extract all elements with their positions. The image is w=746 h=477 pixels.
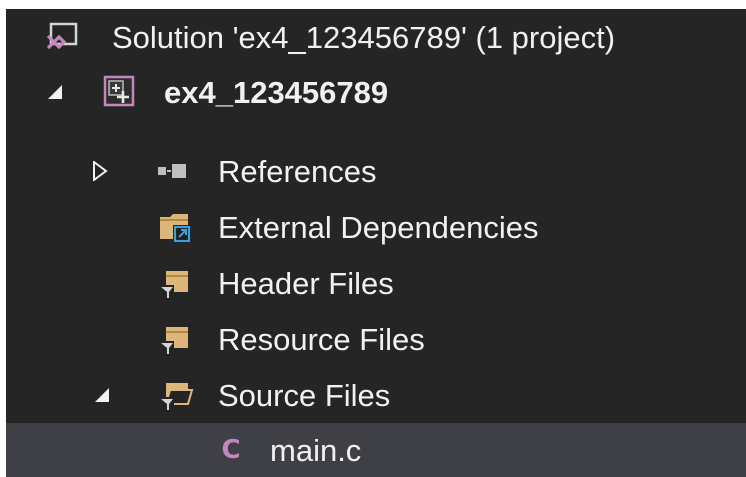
tree-item-label: Source Files — [218, 377, 391, 413]
c-file-icon: C — [221, 435, 241, 465]
tree-item-label: Resource Files — [218, 321, 425, 357]
filter-folder-icon — [156, 319, 196, 359]
solution-label: Solution 'ex4_123456789' (1 project) — [112, 19, 616, 55]
expanded-arrow-icon[interactable] — [91, 382, 113, 408]
solution-explorer: Solution 'ex4_123456789' (1 project) ex4… — [6, 9, 746, 477]
tree-row-solution[interactable]: Solution 'ex4_123456789' (1 project) — [6, 9, 746, 65]
project-icon — [100, 72, 140, 112]
references-icon — [156, 151, 196, 191]
tree-row-external-dependencies[interactable]: External Dependencies — [6, 199, 746, 255]
folder-link-icon — [156, 207, 196, 247]
solution-icon — [42, 17, 82, 57]
tree-row-header-files[interactable]: Header Files — [6, 255, 746, 311]
tree-row-source-files[interactable]: Source Files — [6, 367, 746, 423]
tree-item-label: External Dependencies — [218, 209, 539, 245]
filter-folder-icon — [156, 263, 196, 303]
open-filter-folder-icon — [156, 375, 196, 415]
tree-row-main-c[interactable]: C main.c — [6, 423, 746, 477]
project-label: ex4_123456789 — [164, 74, 389, 110]
tree-row-references[interactable]: References — [6, 143, 746, 199]
tree-row-project[interactable]: ex4_123456789 — [6, 64, 746, 120]
tree-row-resource-files[interactable]: Resource Files — [6, 311, 746, 367]
tree-item-label: Header Files — [218, 265, 394, 301]
collapsed-arrow-icon[interactable] — [89, 158, 111, 184]
expanded-arrow-icon[interactable] — [44, 79, 66, 105]
file-label: main.c — [270, 432, 362, 468]
tree-item-label: References — [218, 153, 377, 189]
